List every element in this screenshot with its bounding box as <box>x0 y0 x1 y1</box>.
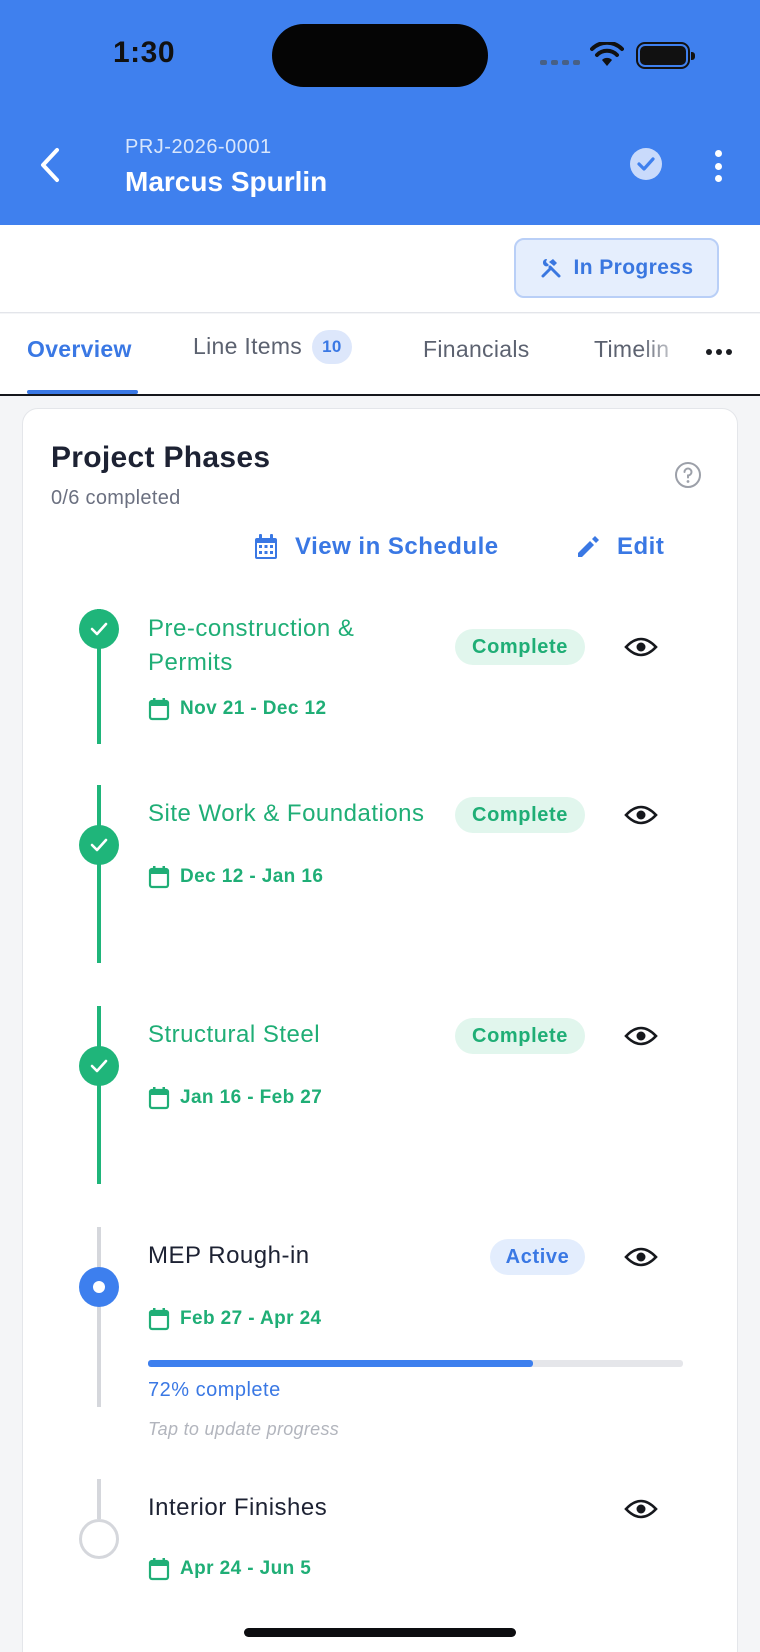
phase-name: Pre-construction & Permits <box>148 615 355 676</box>
tab-label: Line Items <box>193 333 303 359</box>
tab-label: Overview <box>27 336 132 362</box>
edit-phases-button[interactable]: Edit <box>575 533 664 561</box>
tab-label: Financials <box>423 336 530 362</box>
eye-icon[interactable] <box>624 803 658 827</box>
tab-overflow-fade <box>640 314 710 394</box>
check-icon <box>90 1059 108 1073</box>
mark-complete-button[interactable] <box>630 148 662 180</box>
status-bar-time: 1:30 <box>113 36 176 69</box>
phase-status-badge: Complete <box>455 1018 585 1054</box>
tab-financials[interactable]: Financials <box>423 336 530 363</box>
phase-date-range: Jan 16 - Feb 27 <box>148 1086 322 1110</box>
more-tabs-icon[interactable] <box>706 349 732 355</box>
more-vertical-button[interactable] <box>706 150 730 182</box>
phases-completed-count: 0/6 completed <box>51 487 181 509</box>
home-indicator <box>244 1628 516 1637</box>
calendar-icon <box>148 698 170 721</box>
hammer-wrench-icon <box>541 258 561 278</box>
view-in-schedule-button[interactable]: View in Schedule <box>253 533 499 561</box>
calendar-icon <box>148 866 170 889</box>
timeline-connector <box>97 1006 101 1184</box>
phase-complete-node <box>79 1046 119 1086</box>
phase-name: MEP Rough-in <box>148 1242 310 1269</box>
calendar-icon <box>148 1558 170 1581</box>
calendar-icon <box>148 1087 170 1110</box>
help-icon[interactable] <box>674 461 702 489</box>
progress-fill <box>148 1360 534 1367</box>
eye-icon[interactable] <box>624 1497 658 1521</box>
status-row: In Progress <box>0 225 760 313</box>
back-button[interactable] <box>30 142 70 188</box>
phase-status-badge: Complete <box>455 629 585 665</box>
app-header: 1:30 PRJ-2026-0001 Marcus Spurlin <box>0 0 760 225</box>
progress-label: 72% complete <box>148 1379 281 1401</box>
eye-icon[interactable] <box>624 635 658 659</box>
battery-icon <box>636 42 695 69</box>
project-status-button[interactable]: In Progress <box>514 238 719 298</box>
cellular-signal-icon <box>540 60 580 65</box>
check-icon <box>90 838 108 852</box>
timeline-connector <box>97 785 101 963</box>
phase-status-badge: Active <box>490 1239 585 1275</box>
calendar-icon <box>148 1308 170 1331</box>
timeline-connector <box>97 1227 101 1407</box>
phase-status-badge: Complete <box>455 797 585 833</box>
phase-active-node <box>79 1267 119 1307</box>
tab-bar: Overview Line Items 10 Financials Timelin <box>0 314 760 396</box>
project-id: PRJ-2026-0001 <box>125 136 272 158</box>
phase-complete-node <box>79 825 119 865</box>
calendar-icon <box>255 534 277 559</box>
progress-hint: Tap to update progress <box>148 1419 340 1439</box>
eye-icon[interactable] <box>624 1024 658 1048</box>
phase-complete-node <box>79 609 119 649</box>
count-badge: 10 <box>312 330 352 364</box>
active-tab-indicator <box>27 390 138 394</box>
card-title: Project Phases <box>51 441 271 474</box>
check-icon <box>90 622 108 636</box>
phase-dates: Nov 21 - Dec 12 <box>180 698 327 719</box>
project-title: Marcus Spurlin <box>125 166 328 197</box>
view-in-schedule-label: View in Schedule <box>295 533 499 560</box>
phase-dates: Apr 24 - Jun 5 <box>180 1558 312 1579</box>
project-status-label: In Progress <box>573 256 694 279</box>
phase-pending-node <box>79 1519 119 1559</box>
wifi-icon <box>590 42 624 66</box>
project-phases-card: Project Phases 0/6 completed View in Sch… <box>22 408 738 1652</box>
phase-date-range: Feb 27 - Apr 24 <box>148 1307 322 1331</box>
pencil-icon <box>578 536 599 557</box>
edit-label: Edit <box>617 533 665 560</box>
eye-icon[interactable] <box>624 1245 658 1269</box>
phase-progress-bar[interactable] <box>148 1360 683 1367</box>
timeline-connector <box>97 1479 101 1519</box>
dynamic-island <box>272 24 488 87</box>
phase-name: Site Work & Foundations <box>148 800 425 827</box>
tab-line-items[interactable]: Line Items 10 <box>193 330 352 364</box>
phase-dates: Jan 16 - Feb 27 <box>180 1087 323 1108</box>
chevron-left-icon <box>41 148 59 182</box>
tab-overview[interactable]: Overview <box>27 336 132 363</box>
phase-date-range: Nov 21 - Dec 12 <box>148 697 326 721</box>
phase-name: Structural Steel <box>148 1021 321 1048</box>
phase-date-range: Dec 12 - Jan 16 <box>148 865 323 889</box>
phase-date-range: Apr 24 - Jun 5 <box>148 1557 311 1581</box>
phase-dates: Dec 12 - Jan 16 <box>180 866 324 887</box>
phase-name: Interior Finishes <box>148 1494 328 1521</box>
check-icon <box>637 157 655 171</box>
phase-dates: Feb 27 - Apr 24 <box>180 1308 322 1329</box>
